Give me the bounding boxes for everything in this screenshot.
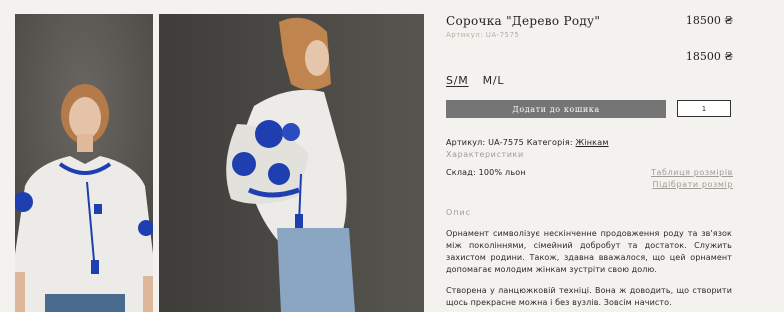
variant-price: 18500 ₴ — [685, 50, 733, 63]
product-photo-front[interactable] — [15, 14, 153, 312]
product-sku-subtitle: Артикул: UA-7575 — [446, 31, 520, 39]
size-option-s-m[interactable]: S/M — [446, 74, 469, 87]
product-info: Сорочка "Дерево Роду" 18500 ₴ Артикул: U… — [446, 0, 736, 312]
product-photo-side[interactable] — [159, 14, 424, 312]
fabric-composition: Склад: 100% льон — [446, 168, 526, 177]
description-paragraph-1: Орнамент символізує нескінченне продовже… — [446, 229, 732, 274]
size-selector: S/M M/L — [446, 74, 504, 87]
category-link[interactable]: Жінкам — [576, 138, 609, 147]
add-to-cart-button[interactable]: Додати до кошика — [446, 100, 666, 118]
quantity-input[interactable] — [677, 100, 731, 117]
sku-label: Артикул: UA-7575 — [446, 138, 524, 147]
product-price: 18500 ₴ — [685, 14, 733, 27]
size-option-m-l[interactable]: M/L — [483, 74, 505, 87]
description-paragraph-2: Створена у ланцюжковій техніці. Вона ж д… — [446, 286, 732, 307]
characteristics-toggle[interactable]: Характеристики — [446, 150, 524, 159]
product-meta: Артикул: UA-7575 Категорія: Жінкам — [446, 138, 609, 147]
size-table-link[interactable]: Таблиця розмірів — [651, 168, 733, 177]
category-label: Категорія: — [526, 138, 573, 147]
product-title: Сорочка "Дерево Роду" — [446, 14, 601, 28]
description-heading: Опис — [446, 208, 472, 217]
pick-size-link[interactable]: Підібрати розмір — [653, 180, 733, 189]
